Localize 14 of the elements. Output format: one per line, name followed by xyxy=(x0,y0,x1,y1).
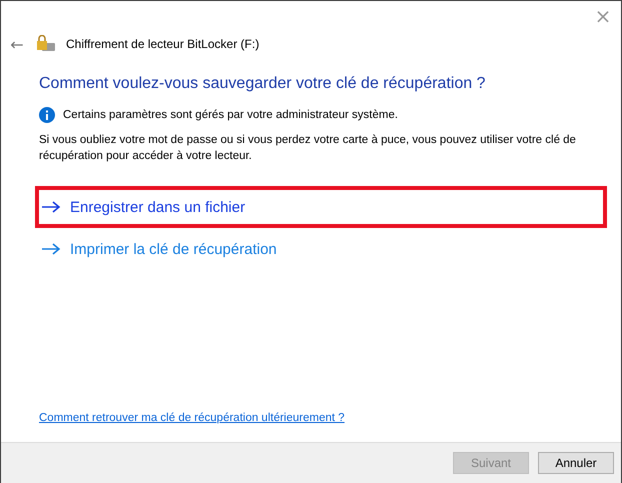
help-link[interactable]: Comment retrouver ma clé de récupération ultérieurement ? xyxy=(39,412,345,424)
window-title: Chiffrement de lecteur BitLocker (F:) xyxy=(66,37,260,51)
description-text: Si vous oubliez votre mot de passe ou si vous perdez votre carte à puce, vous pouvez utiliser votre clé de récupération pour accéder à votre lecteur. xyxy=(39,133,577,164)
back-button[interactable]: ← xyxy=(8,34,26,54)
arrow-icon xyxy=(41,201,61,213)
arrow-icon xyxy=(41,243,61,255)
info-text: Certains paramètres sont gérés par votre administrateur système. xyxy=(63,108,398,123)
option-link[interactable]: Imprimer la clé de récupération xyxy=(35,228,607,270)
option-link[interactable]: Enregistrer dans un fichier xyxy=(35,186,607,228)
info-icon xyxy=(39,107,55,123)
cancel-button[interactable]: Annuler xyxy=(538,452,614,474)
drive-lock-icon xyxy=(36,35,56,53)
close-button[interactable]: × xyxy=(585,1,621,31)
page-heading: Comment voulez-vous sauvegarder votre clé de récupération ? xyxy=(39,75,486,93)
